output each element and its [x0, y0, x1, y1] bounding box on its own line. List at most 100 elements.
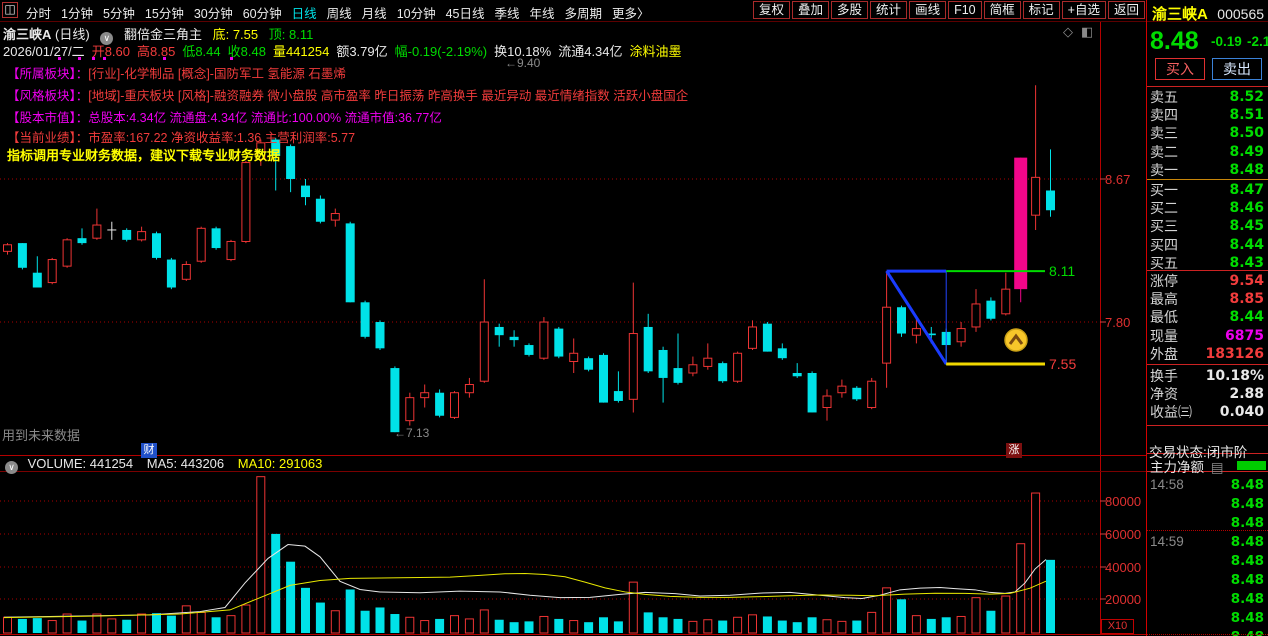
separator	[1147, 425, 1268, 426]
tool-button-+自选[interactable]: +自选	[1061, 1, 1106, 19]
ask-row-label: 卖五	[1150, 89, 1178, 105]
info-line-text: [行业]-化学制品 [概念]-国防军工 氢能源 石墨烯	[88, 67, 346, 81]
finance-data-notice: 指标调用专业财务数据，建议下载专业财务数据	[7, 148, 281, 163]
period-item-日线[interactable]: 日线	[292, 3, 317, 22]
tick-price: 8.48	[1230, 610, 1264, 626]
panel-stock-header: 渝三峡A 000565	[1152, 3, 1264, 24]
period-item-5分钟[interactable]: 5分钟	[103, 3, 135, 22]
quote-segment: 量441254	[272, 44, 330, 59]
info-line-text: 市盈率:167.22 净资收益率:1.36 主营利润率:5.77	[88, 131, 356, 145]
period-item-30分钟[interactable]: 30分钟	[194, 3, 233, 22]
volume-ma10: MA10: 291063	[237, 456, 323, 471]
tool-button-简框[interactable]: 简框	[983, 1, 1021, 19]
bid-row: 买五 8.43	[1150, 255, 1264, 271]
mid-price-separator	[1147, 179, 1268, 180]
tool-button-F10[interactable]: F10	[948, 1, 982, 19]
quote-segment: 幅-0.19(-2.19%)	[394, 44, 488, 59]
bid-row-value: 8.47	[1229, 182, 1264, 198]
tick-price: 8.48	[1230, 572, 1264, 588]
tick-row: 8.48	[1150, 572, 1264, 588]
stat-row: 外盘 183126	[1150, 346, 1264, 362]
stat-row: 最高 8.85	[1150, 291, 1264, 307]
info-line: 【所属板块】：[行业]-化学制品 [概念]-国防军工 氢能源 石墨烯	[7, 63, 346, 82]
period-item-15分钟[interactable]: 15分钟	[145, 3, 184, 22]
diamond-icon[interactable]: ◇	[1063, 24, 1073, 40]
hotkey-dot	[92, 57, 95, 60]
window-split-icon[interactable]: ◫	[2, 2, 18, 18]
info-line-label: 【风格板块】：	[7, 89, 89, 103]
period-item-10分钟[interactable]: 10分钟	[397, 3, 436, 22]
tool-button-统计[interactable]: 统计	[870, 1, 908, 19]
volume-axis-label: 80000	[1105, 494, 1142, 509]
buy-button[interactable]: 买入	[1155, 58, 1205, 80]
stat-row-value: 183126	[1205, 345, 1264, 362]
hotkey-dot	[103, 57, 106, 60]
tick-row: 8.48	[1150, 610, 1264, 626]
period-item-45日线[interactable]: 45日线	[446, 3, 485, 22]
period-item-分时[interactable]: 分时	[26, 3, 51, 22]
stat-row: 涨停 9.54	[1150, 273, 1264, 289]
quote-segment: 2026/01/27/二	[3, 44, 85, 59]
quote-segment: 涂料油墨	[629, 44, 682, 59]
period-item-季线[interactable]: 季线	[495, 3, 520, 22]
ask-row: 卖五 8.52	[1150, 89, 1264, 105]
period-item-多周期[interactable]: 多周期	[565, 3, 603, 22]
future-data-watermark: 用到未来数据	[2, 428, 81, 443]
tool-button-复权[interactable]: 复权	[753, 1, 791, 19]
period-item-周线[interactable]: 周线	[327, 3, 352, 22]
stat-row-label: 换手	[1150, 368, 1178, 384]
tick-row: 8.48	[1150, 591, 1264, 607]
tick-time: 14:59	[1150, 534, 1184, 549]
stat-row-value: 6875	[1225, 327, 1264, 344]
tool-button-返回[interactable]: 返回	[1107, 1, 1145, 19]
flow-bar	[1237, 461, 1266, 470]
volume-ma5: MA5: 443206	[146, 456, 225, 471]
info-line: 【股本市值】：总股本:4.34亿 流通盘:4.34亿 流通比:100.00% 流…	[7, 107, 442, 126]
volume-axis-label: 40000	[1105, 560, 1142, 575]
info-line-label: 【当前业绩】：	[7, 131, 89, 145]
tick-separator	[1147, 634, 1268, 635]
period-item-1分钟[interactable]: 1分钟	[61, 3, 93, 22]
tick-price: 8.48	[1230, 553, 1264, 569]
tick-row: 14:58 8.48	[1150, 477, 1264, 493]
last-price: 8.48	[1150, 27, 1199, 55]
tick-price: 8.48	[1230, 496, 1264, 512]
stat-row-value: 9.54	[1229, 273, 1264, 289]
tool-button-多股[interactable]: 多股	[831, 1, 869, 19]
list-icon[interactable]: ▤	[1211, 460, 1224, 475]
rise-badge[interactable]: 涨	[1006, 443, 1022, 458]
info-line: 【当前业绩】：市盈率:167.22 净资收益率:1.36 主营利润率:5.77	[7, 127, 355, 146]
trading-terminal: ◫ 分时 1分钟 5分钟 15分钟 30分钟 60分钟 日线 周线 月线 10分钟 45日线 季线 年线…	[0, 0, 1268, 636]
price-change: -0.19	[1211, 34, 1242, 49]
tick-price: 8.48	[1230, 477, 1264, 493]
resistance-label: 8.11	[1049, 263, 1076, 280]
tool-button-标记[interactable]: 标记	[1022, 1, 1060, 19]
period-item-更多〉[interactable]: 更多〉	[612, 3, 650, 22]
indicator-top-value: 顶: 8.11	[268, 27, 314, 42]
tool-button-叠加[interactable]: 叠加	[792, 1, 830, 19]
volume-header: ∨ VOLUME: 441254 MA5: 443206 MA10: 29106…	[5, 456, 322, 474]
period-item-60分钟[interactable]: 60分钟	[243, 3, 282, 22]
bid-row-value: 8.43	[1229, 254, 1264, 271]
tick-row: 14:59 8.48	[1150, 534, 1264, 550]
price-change-pct: -2.19	[1247, 34, 1268, 49]
bid-row: 买二 8.46	[1150, 200, 1264, 216]
stock-title: 渝三峡A (日线)	[3, 27, 90, 42]
split-window-icon[interactable]: ◧	[1081, 24, 1093, 40]
period-item-年线[interactable]: 年线	[530, 3, 555, 22]
bid-row: 买一 8.47	[1150, 182, 1264, 198]
ask-row: 卖二 8.49	[1150, 144, 1264, 160]
bid-row-value: 8.44	[1229, 236, 1264, 253]
stat-row: 净资 2.88	[1150, 386, 1264, 402]
volume-multiplier: X10	[1101, 619, 1134, 634]
ask-row-value: 8.48	[1229, 161, 1264, 178]
ask-row-label: 卖四	[1150, 107, 1178, 124]
stat-row-label: 外盘	[1150, 345, 1178, 362]
quote-segment: 高8.85	[137, 44, 176, 59]
volume-collapse-icon[interactable]: ∨	[5, 461, 18, 474]
tool-button-画线[interactable]: 画线	[909, 1, 947, 19]
period-item-月线[interactable]: 月线	[362, 3, 387, 22]
stat-row-value: 8.85	[1229, 291, 1264, 308]
bid-row-label: 买四	[1150, 236, 1178, 253]
sell-button[interactable]: 卖出	[1212, 58, 1262, 80]
